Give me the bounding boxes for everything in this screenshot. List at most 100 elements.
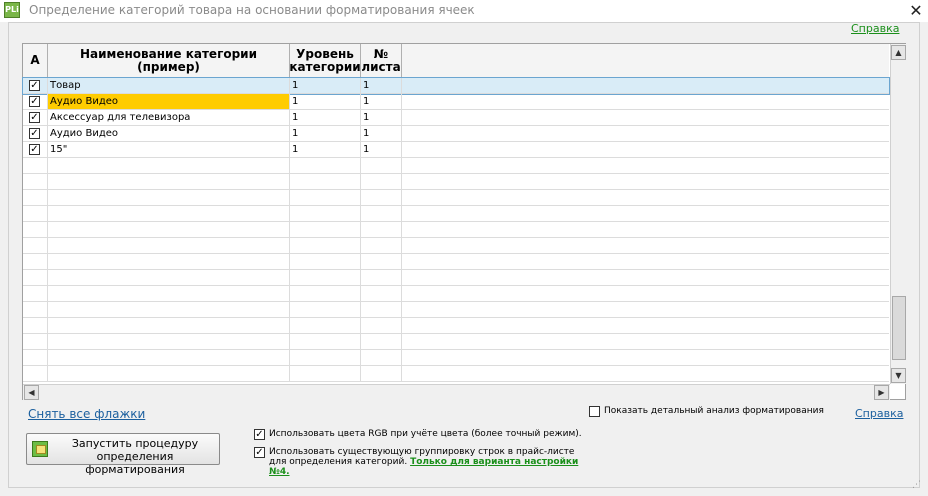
- row-checkbox[interactable]: ✓: [29, 112, 40, 123]
- scroll-up-icon[interactable]: ▲: [891, 45, 906, 60]
- category-name-cell[interactable]: [48, 302, 290, 317]
- category-name-cell[interactable]: [48, 174, 290, 189]
- grouping-option[interactable]: ✓ Использовать существующую группировку …: [254, 447, 584, 477]
- sheet-number-cell[interactable]: [361, 302, 402, 317]
- category-name-cell[interactable]: Аудио Видео: [48, 94, 290, 109]
- help-link-top[interactable]: Справка: [851, 22, 899, 35]
- table-row[interactable]: [23, 238, 889, 254]
- category-level-cell[interactable]: [290, 270, 361, 285]
- category-level-cell[interactable]: 1: [290, 94, 361, 109]
- table-row[interactable]: [23, 222, 889, 238]
- sheet-number-cell[interactable]: [361, 190, 402, 205]
- sheet-number-cell[interactable]: 1: [361, 94, 402, 109]
- uncheck-all-link[interactable]: Снять все флажки: [28, 407, 145, 421]
- category-level-cell[interactable]: [290, 318, 361, 333]
- row-checkbox-cell[interactable]: [23, 286, 48, 301]
- sheet-number-cell[interactable]: [361, 222, 402, 237]
- table-row[interactable]: [23, 206, 889, 222]
- category-level-cell[interactable]: [290, 286, 361, 301]
- category-name-cell[interactable]: 15": [48, 142, 290, 157]
- sheet-number-cell[interactable]: [361, 238, 402, 253]
- sheet-number-cell[interactable]: 1: [361, 110, 402, 125]
- run-procedure-button[interactable]: Запустить процедуру определения форматир…: [26, 433, 220, 476]
- category-name-cell[interactable]: [48, 334, 290, 349]
- category-name-cell[interactable]: Аудио Видео: [48, 126, 290, 141]
- row-checkbox[interactable]: ✓: [29, 144, 40, 155]
- row-checkbox-cell[interactable]: ✓: [23, 94, 48, 109]
- table-row[interactable]: [23, 286, 889, 302]
- table-row[interactable]: [23, 270, 889, 286]
- table-row[interactable]: [23, 334, 889, 350]
- category-name-cell[interactable]: [48, 190, 290, 205]
- row-checkbox-cell[interactable]: [23, 206, 48, 221]
- table-row[interactable]: [23, 350, 889, 366]
- category-name-cell[interactable]: [48, 350, 290, 365]
- category-level-cell[interactable]: [290, 350, 361, 365]
- category-level-cell[interactable]: 1: [290, 110, 361, 125]
- show-analysis-option[interactable]: Показать детальный анализ форматирования: [589, 406, 824, 417]
- sheet-number-cell[interactable]: [361, 334, 402, 349]
- category-level-cell[interactable]: [290, 254, 361, 269]
- table-row[interactable]: [23, 190, 889, 206]
- scroll-down-icon[interactable]: ▼: [891, 368, 906, 383]
- sheet-number-cell[interactable]: 1: [361, 142, 402, 157]
- row-checkbox-cell[interactable]: ✓: [23, 78, 48, 93]
- sheet-number-cell[interactable]: [361, 174, 402, 189]
- table-row[interactable]: ✓ 15" 1 1: [23, 142, 889, 158]
- category-name-cell[interactable]: [48, 222, 290, 237]
- table-row[interactable]: ✓ Аксессуар для телевизора 1 1: [23, 110, 889, 126]
- category-name-cell[interactable]: [48, 254, 290, 269]
- category-name-cell[interactable]: [48, 158, 290, 173]
- row-checkbox-cell[interactable]: [23, 318, 48, 333]
- row-checkbox-cell[interactable]: [23, 334, 48, 349]
- scroll-right-icon[interactable]: ▶: [874, 385, 889, 400]
- row-checkbox-cell[interactable]: [23, 222, 48, 237]
- sheet-number-cell[interactable]: [361, 158, 402, 173]
- vertical-scrollbar[interactable]: ▲ ▼: [890, 44, 906, 384]
- row-checkbox-cell[interactable]: ✓: [23, 142, 48, 157]
- row-checkbox-cell[interactable]: [23, 270, 48, 285]
- row-checkbox-cell[interactable]: [23, 254, 48, 269]
- table-row[interactable]: [23, 302, 889, 318]
- table-row[interactable]: [23, 254, 889, 270]
- category-grid[interactable]: A Наименование категории (пример) Уровен…: [22, 43, 906, 400]
- sheet-number-cell[interactable]: [361, 206, 402, 221]
- category-level-cell[interactable]: [290, 222, 361, 237]
- col-header-level[interactable]: Уровень категории: [289, 44, 361, 77]
- help-link-bottom[interactable]: Справка: [855, 407, 903, 420]
- rgb-checkbox[interactable]: ✓: [254, 429, 265, 440]
- category-level-cell[interactable]: 1: [290, 142, 361, 157]
- row-checkbox-cell[interactable]: ✓: [23, 110, 48, 125]
- table-row[interactable]: ✓ Аудио Видео 1 1: [23, 126, 889, 142]
- sheet-number-cell[interactable]: [361, 318, 402, 333]
- row-checkbox-cell[interactable]: [23, 366, 48, 381]
- sheet-number-cell[interactable]: [361, 286, 402, 301]
- category-name-cell[interactable]: [48, 318, 290, 333]
- sheet-number-cell[interactable]: 1: [361, 126, 402, 141]
- row-checkbox-cell[interactable]: [23, 302, 48, 317]
- row-checkbox[interactable]: ✓: [29, 96, 40, 107]
- category-name-cell[interactable]: [48, 238, 290, 253]
- category-name-cell[interactable]: [48, 366, 290, 381]
- table-row[interactable]: [23, 174, 889, 190]
- row-checkbox-cell[interactable]: [23, 238, 48, 253]
- category-name-cell[interactable]: [48, 286, 290, 301]
- row-checkbox[interactable]: ✓: [29, 128, 40, 139]
- row-checkbox-cell[interactable]: [23, 350, 48, 365]
- category-level-cell[interactable]: [290, 206, 361, 221]
- resize-grip-icon[interactable]: ⋰: [912, 480, 924, 492]
- grouping-checkbox[interactable]: ✓: [254, 447, 265, 458]
- category-level-cell[interactable]: [290, 190, 361, 205]
- close-icon[interactable]: ✕: [907, 2, 925, 20]
- table-row[interactable]: [23, 366, 889, 382]
- sheet-number-cell[interactable]: 1: [361, 78, 402, 93]
- category-level-cell[interactable]: 1: [290, 78, 361, 93]
- col-header-name[interactable]: Наименование категории (пример): [48, 44, 290, 77]
- category-name-cell[interactable]: [48, 270, 290, 285]
- table-row[interactable]: ✓ Аудио Видео 1 1: [23, 94, 889, 110]
- horizontal-scrollbar[interactable]: ◀ ▶: [23, 384, 890, 400]
- row-checkbox-cell[interactable]: [23, 190, 48, 205]
- row-checkbox[interactable]: ✓: [29, 80, 40, 91]
- scroll-left-icon[interactable]: ◀: [24, 385, 39, 400]
- table-row[interactable]: [23, 318, 889, 334]
